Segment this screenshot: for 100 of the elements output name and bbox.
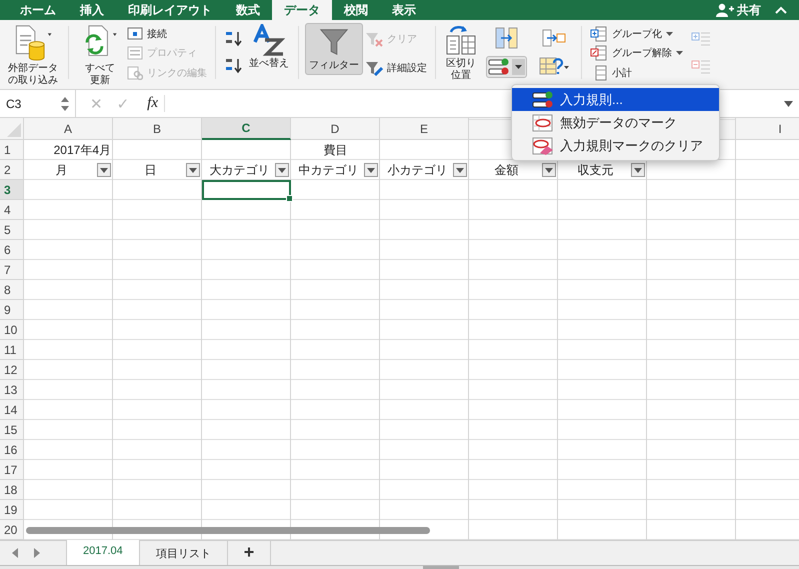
- sheet-tab[interactable]: 2017.04: [66, 540, 140, 567]
- refresh-all-button[interactable]: すべて更新: [75, 20, 125, 89]
- column-header[interactable]: A: [24, 118, 113, 140]
- stepper-icon[interactable]: [61, 96, 69, 110]
- filter-dropdown-button[interactable]: [275, 163, 289, 177]
- column-header[interactable]: D: [291, 118, 380, 140]
- filter-dropdown-button[interactable]: [453, 163, 467, 177]
- outline-button[interactable]: グループ解除: [590, 45, 683, 62]
- cell-text: 小カテゴリ: [386, 162, 448, 178]
- row-header[interactable]: 13: [0, 380, 24, 400]
- link-icon: [127, 66, 143, 80]
- what-if-icon[interactable]: [539, 56, 569, 76]
- row-header[interactable]: 8: [0, 280, 24, 300]
- filter-dropdown-button[interactable]: [186, 163, 200, 177]
- cell-text: 月: [54, 162, 68, 178]
- filter-dropdown-button[interactable]: [364, 163, 378, 177]
- cell-text: 中カテゴリ: [298, 162, 360, 178]
- advanced-filter-button[interactable]: 詳細設定: [365, 60, 427, 76]
- name-box[interactable]: C3: [0, 90, 76, 117]
- column-header[interactable]: C: [202, 118, 291, 140]
- filter-dropdown-button[interactable]: [97, 163, 111, 177]
- ribbon-tab[interactable]: 表示: [380, 0, 428, 20]
- ribbon-tab[interactable]: 校閲: [332, 0, 380, 20]
- ribbon-tab[interactable]: 印刷レイアウト: [116, 0, 224, 20]
- row-header[interactable]: 10: [0, 320, 24, 340]
- menu-item[interactable]: 入力規則...: [512, 88, 719, 111]
- menu-item[interactable]: 入力規則マークのクリア: [512, 134, 719, 157]
- column-header[interactable]: B: [113, 118, 202, 140]
- caret-icon: [456, 168, 464, 172]
- corner-triangle-icon: [7, 123, 21, 137]
- ribbon-tab[interactable]: 数式: [224, 0, 272, 20]
- previous-sheet-icon[interactable]: [10, 547, 20, 559]
- caret-icon: [634, 168, 642, 172]
- ungroup-icon: [590, 45, 608, 62]
- column-header[interactable]: I: [736, 118, 799, 140]
- cell-text: 金額: [494, 162, 520, 178]
- row-header[interactable]: 18: [0, 480, 24, 500]
- filter-dropdown-button[interactable]: [542, 163, 556, 177]
- caret-icon: [515, 64, 522, 69]
- person-plus-icon: [716, 3, 734, 17]
- row-header[interactable]: 20: [0, 520, 24, 540]
- next-sheet-icon[interactable]: [32, 547, 42, 559]
- row-header[interactable]: 17: [0, 460, 24, 480]
- row-header[interactable]: 9: [0, 300, 24, 320]
- collapse-icon[interactable]: [775, 6, 787, 14]
- data-validation-button[interactable]: [486, 56, 527, 78]
- scrollbar-thumb[interactable]: [423, 566, 459, 569]
- list-icon: [127, 46, 143, 60]
- flash-fill-icon[interactable]: [494, 27, 518, 50]
- menu-item[interactable]: 無効データのマーク: [512, 111, 719, 134]
- row-header[interactable]: 11: [0, 340, 24, 360]
- ribbon-tab[interactable]: 挿入: [68, 0, 116, 20]
- funnel-pencil-icon: [365, 60, 383, 76]
- split-columns-icon: [445, 24, 477, 56]
- caret-icon: [100, 168, 108, 172]
- circle-invalid-icon: [532, 114, 554, 132]
- caret-icon: [278, 168, 286, 172]
- row-header[interactable]: 15: [0, 420, 24, 440]
- row-header[interactable]: 16: [0, 440, 24, 460]
- column-header[interactable]: E: [380, 118, 469, 140]
- insert-function-button[interactable]: fx: [147, 95, 165, 112]
- connection-icon: [127, 26, 143, 41]
- expand-icon[interactable]: [784, 100, 793, 106]
- group-icon: [590, 26, 608, 42]
- sort-button[interactable]: 並べ替え: [246, 20, 292, 89]
- validation-icon: [532, 90, 554, 108]
- get-external-data-button[interactable]: 外部データの取り込み: [4, 20, 62, 89]
- row-header[interactable]: 1: [0, 140, 24, 160]
- consolidate-icon[interactable]: [542, 28, 566, 47]
- row-header[interactable]: 7: [0, 260, 24, 280]
- cell-text: 2017年4月: [54, 142, 111, 158]
- selected-cell[interactable]: [202, 180, 291, 200]
- scrollbar-thumb[interactable]: [26, 527, 430, 534]
- row-header[interactable]: 12: [0, 360, 24, 380]
- funnel-clear-icon: [365, 30, 383, 47]
- row-header[interactable]: 4: [0, 200, 24, 220]
- row-header[interactable]: 19: [0, 500, 24, 520]
- row-header[interactable]: 2: [0, 160, 24, 180]
- caret-icon: [189, 168, 197, 172]
- cell-text: 大カテゴリ: [208, 162, 270, 178]
- sort-icon: [253, 24, 285, 56]
- cell-text: 日: [144, 162, 158, 178]
- row-header[interactable]: 6: [0, 240, 24, 260]
- filter-button[interactable]: フィルター: [305, 23, 363, 75]
- outline-button[interactable]: グループ化: [590, 26, 683, 42]
- row-header[interactable]: 5: [0, 220, 24, 240]
- row-header[interactable]: 14: [0, 400, 24, 420]
- cell-text: 費目: [322, 142, 348, 158]
- ribbon-tab[interactable]: データ: [272, 0, 332, 20]
- ribbon-tab[interactable]: ホーム: [8, 0, 68, 20]
- ribbon-small-button[interactable]: 接続: [127, 26, 207, 41]
- caret-icon: [545, 168, 553, 172]
- share-button[interactable]: 共有: [716, 0, 761, 20]
- text-to-columns-button[interactable]: 区切り位置: [442, 20, 480, 89]
- filter-dropdown-button[interactable]: [631, 163, 645, 177]
- sort-descending-icon[interactable]: [224, 56, 244, 75]
- sort-ascending-icon[interactable]: [224, 30, 244, 48]
- row-header[interactable]: 3: [0, 180, 24, 200]
- outline-button[interactable]: 小計: [590, 65, 683, 82]
- caret-icon: [367, 168, 375, 172]
